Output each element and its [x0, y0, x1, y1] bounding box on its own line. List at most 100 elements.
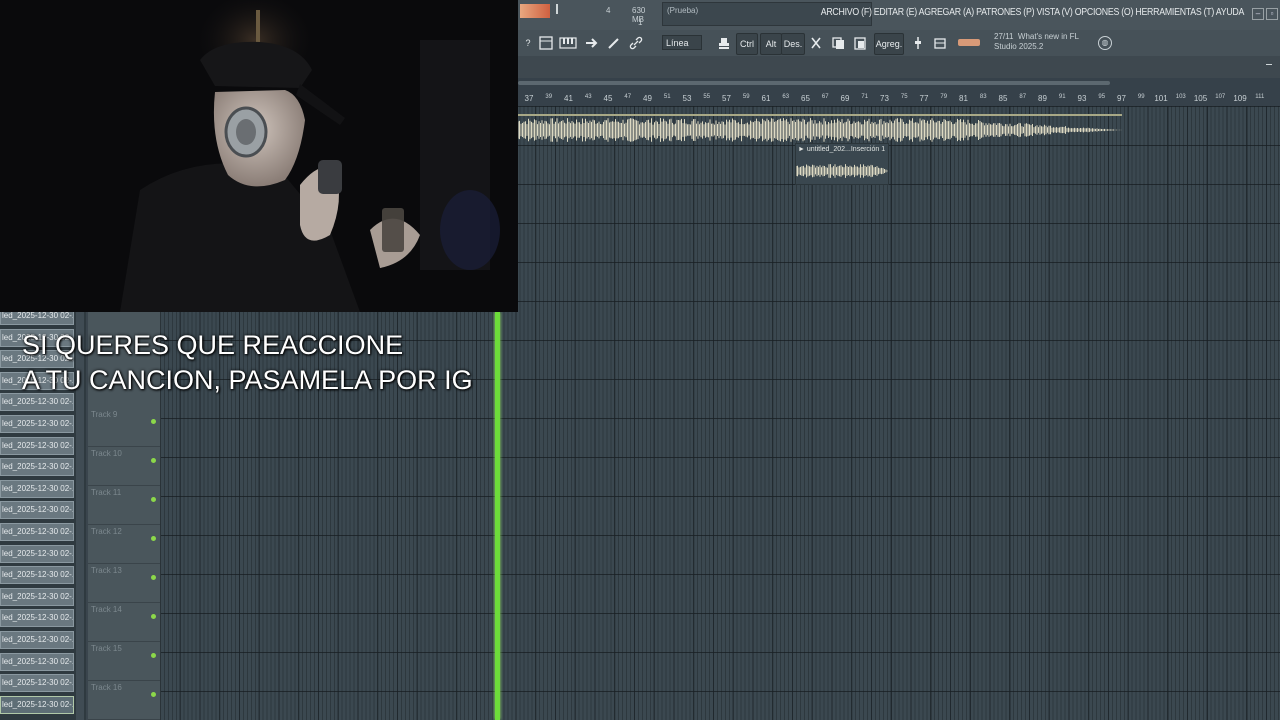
- arrow-right-icon[interactable]: [582, 33, 602, 53]
- ctrl-button[interactable]: Ctrl: [736, 33, 758, 55]
- ruler-tick-label: 53: [682, 94, 692, 103]
- browser-file-item[interactable]: led_2025-12-30 02-...: [0, 479, 74, 498]
- track-label: Track 9: [91, 410, 118, 419]
- ruler-tick-label: 49: [643, 94, 652, 103]
- browser-file-item[interactable]: led_2025-12-30 02-...: [0, 695, 74, 714]
- ruler-tick-label: 85: [998, 94, 1008, 103]
- ruler-tick-label: 41: [564, 94, 573, 103]
- track-active-led[interactable]: [151, 536, 156, 541]
- ruler-tick-label: 37: [524, 94, 534, 103]
- track-active-led[interactable]: [151, 497, 156, 502]
- menu-editar[interactable]: EDITAR (E): [874, 7, 917, 18]
- stamp-icon[interactable]: [714, 33, 734, 53]
- browser-file-item[interactable]: led_2025-12-30 02-...: [0, 609, 74, 628]
- collapse-icon[interactable]: [1266, 64, 1272, 65]
- browser-file-item[interactable]: led_2025-12-30 02-...: [0, 652, 74, 671]
- track-label: Track 15: [91, 644, 122, 653]
- ruler-tick-label: 107: [1215, 94, 1226, 100]
- browser-file-item[interactable]: led_2025-12-30 02-...: [0, 674, 74, 693]
- browser-file-item[interactable]: led_2025-12-30 02-...: [0, 523, 74, 541]
- audio-clip-main[interactable]: [518, 114, 1122, 144]
- globe-icon[interactable]: ◍: [1098, 36, 1112, 50]
- scrollbar-thumb[interactable]: [518, 81, 1110, 85]
- add-button[interactable]: Agreg.: [874, 33, 904, 55]
- ruler-tick-label: 89: [1038, 94, 1047, 103]
- piano-roll-icon[interactable]: [558, 33, 578, 53]
- track-header[interactable]: Track 15: [88, 641, 160, 681]
- cut-icon[interactable]: [806, 33, 826, 53]
- track-label: Track 16: [91, 683, 122, 692]
- snap-select[interactable]: Línea: [662, 35, 702, 50]
- browser-file-item[interactable]: led_2025-12-30 02-...: [0, 436, 74, 455]
- copy-icon[interactable]: [828, 33, 848, 53]
- track-header[interactable]: Track 12: [88, 524, 160, 564]
- ruler-tick-label: 83: [979, 94, 987, 100]
- restore-button[interactable]: ▫: [1266, 8, 1278, 20]
- ruler-tick-label: 39: [545, 94, 553, 100]
- channel-rack-icon[interactable]: [930, 33, 950, 53]
- minimize-button[interactable]: –: [1252, 8, 1264, 20]
- track-header[interactable]: Track 14: [88, 602, 160, 642]
- alt-button[interactable]: Alt: [760, 33, 782, 55]
- ruler-tick-label: 87: [1019, 94, 1027, 100]
- menu-herramientas[interactable]: HERRAMIENTAS (T): [1135, 7, 1214, 18]
- track-header[interactable]: Track 11: [88, 485, 160, 525]
- menu-items: ARCHIVO (F) EDITAR (E) AGREGAR (A) PATRO…: [821, 7, 1245, 18]
- browser-file-item[interactable]: led_2025-12-30 02-...: [0, 501, 74, 520]
- track-header[interactable]: Track 10: [88, 446, 160, 486]
- track-active-led[interactable]: [151, 614, 156, 619]
- horizontal-scrollbar[interactable]: [518, 78, 1280, 90]
- menu-patrones[interactable]: PATRONES (P): [976, 7, 1034, 18]
- ruler-tick-label: 71: [861, 94, 869, 100]
- track-active-led[interactable]: [151, 419, 156, 424]
- browser-file-item[interactable]: led_2025-12-30 02-...: [0, 544, 74, 563]
- browser-file-item[interactable]: led_2025-12-30 02-...: [0, 566, 74, 585]
- news-panel[interactable]: 27/11 What's new in FL Studio 2025.2: [994, 32, 1079, 52]
- track-active-led[interactable]: [151, 692, 156, 697]
- menu-archivo[interactable]: ARCHIVO (F): [821, 7, 872, 18]
- menu-agregar[interactable]: AGREGAR (A): [919, 7, 975, 18]
- link-icon[interactable]: [626, 33, 646, 53]
- track-active-led[interactable]: [151, 653, 156, 658]
- browser-file-item[interactable]: led_2025-12-30 02-...: [0, 587, 74, 606]
- ruler-tick-label: 93: [1077, 94, 1087, 103]
- track-active-led[interactable]: [151, 575, 156, 580]
- track-active-led[interactable]: [151, 458, 156, 463]
- playhead[interactable]: [495, 312, 500, 720]
- playlist-view-icon[interactable]: [536, 33, 556, 53]
- memory-usage: 630 MB: [632, 6, 646, 24]
- paste-icon[interactable]: [850, 33, 870, 53]
- ruler-tick-label: 97: [1117, 94, 1126, 103]
- ruler-tick-label: 91: [1058, 94, 1066, 100]
- audio-clip-insert[interactable]: ► untitled_202...Inserción 1: [795, 143, 889, 185]
- browser-file-item[interactable]: led_2025-12-30 02-...: [0, 458, 74, 477]
- ruler-tick-label: 69: [840, 94, 850, 103]
- pattern-color-swatch[interactable]: [520, 4, 550, 18]
- ruler-tick-label: 57: [722, 94, 731, 103]
- ruler-tick-label: 77: [919, 94, 929, 103]
- ruler-tick-label: 65: [801, 94, 810, 103]
- ruler-tick-label: 59: [742, 94, 750, 100]
- browser-file-item[interactable]: led_2025-12-30 02-...: [0, 415, 74, 433]
- deselect-button[interactable]: Des.: [781, 33, 805, 55]
- menu-ayuda[interactable]: AYUDA: [1216, 7, 1245, 18]
- track-header[interactable]: Track 16: [88, 680, 160, 720]
- pencil-icon[interactable]: [604, 33, 624, 53]
- news-counter: 27/11: [994, 32, 1014, 41]
- ruler-tick-label: 43: [584, 94, 592, 100]
- ruler-tick-label: 45: [603, 94, 613, 103]
- help-button[interactable]: ?: [518, 33, 538, 53]
- track-header[interactable]: Track 9: [88, 407, 160, 447]
- polyphony-value: 1: [638, 18, 643, 27]
- mixer-icon[interactable]: [908, 33, 928, 53]
- webcam-overlay: [0, 0, 518, 312]
- subtitle-overlay: SI QUERES QUE REACCIONE A TU CANCION, PA…: [22, 328, 473, 398]
- menu-vista[interactable]: VISTA (V): [1036, 7, 1072, 18]
- audio-waveform-small: [796, 164, 888, 178]
- ruler-tick-label: 81: [959, 94, 968, 103]
- track-header[interactable]: Track 13: [88, 563, 160, 603]
- menu-opciones[interactable]: OPCIONES (O): [1075, 7, 1134, 18]
- timeline-ruler[interactable]: 37 39 41 43 45 47 49 51 53 55 57 59 61 63 65 67 69 71 73 75…: [518, 90, 1280, 107]
- pattern-pill[interactable]: [958, 39, 980, 46]
- browser-file-item[interactable]: led_2025-12-30 02-...: [0, 631, 74, 649]
